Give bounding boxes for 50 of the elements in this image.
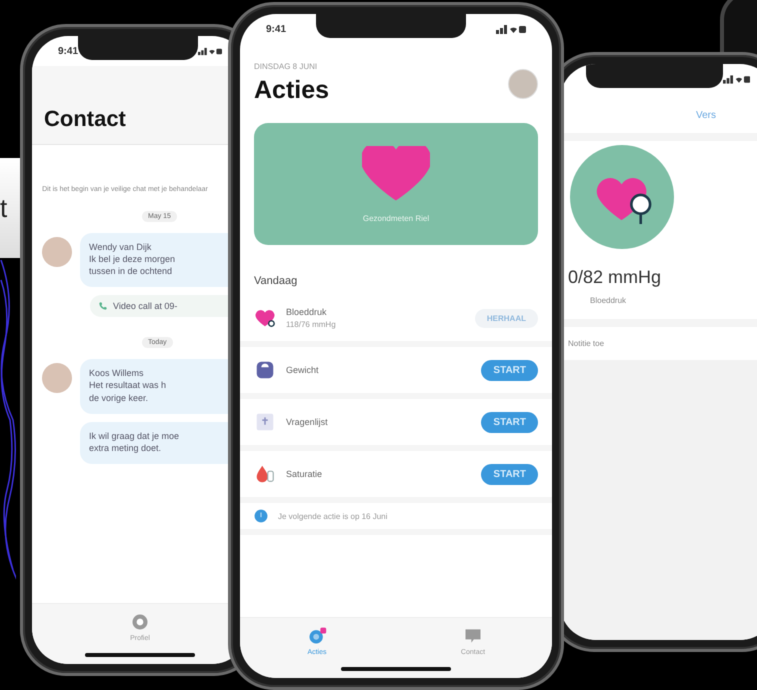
- heart-icon: [362, 146, 430, 204]
- action-name: Bloeddruk: [286, 307, 328, 317]
- background-text: t: [0, 192, 8, 224]
- card-label: Gezondmeten Riel: [362, 214, 430, 222]
- avatar: [42, 363, 72, 394]
- status-icon: [198, 46, 222, 56]
- action-detail: 118/76 mmHg: [286, 320, 337, 329]
- page-title: Contact: [44, 106, 127, 132]
- status-time: 9:41: [266, 24, 286, 34]
- scale-icon: [254, 359, 276, 381]
- action-row[interactable]: Vragenlijst START: [240, 399, 552, 451]
- start-button[interactable]: START: [481, 464, 538, 484]
- call-text: Video call at 09-: [113, 301, 178, 312]
- repeat-button[interactable]: HERHAAL: [474, 308, 538, 328]
- date-label: DINSDAG 8 JUNI: [254, 62, 318, 71]
- heart-icon: [254, 307, 276, 329]
- status-icon: [496, 24, 526, 34]
- info-icon: [254, 509, 268, 523]
- page-title: Acties: [254, 76, 330, 105]
- status-icon: [722, 74, 750, 84]
- action-name: Vragenlijst: [286, 417, 329, 427]
- action-row[interactable]: Gewicht START: [240, 347, 552, 399]
- start-button[interactable]: START: [481, 412, 538, 432]
- message-text: Het resultaat was h: [89, 379, 168, 392]
- message-text: Ik wil graag dat je moe: [89, 430, 180, 442]
- action-row[interactable]: Bloeddruk 118/76 mmHg HERHAAL: [240, 295, 552, 347]
- message-text: extra meting doet.: [89, 442, 162, 454]
- message-text: tussen in de ochtend: [89, 265, 174, 278]
- header-link[interactable]: Vers: [696, 110, 716, 121]
- section-title: Vandaag: [253, 274, 298, 289]
- message-text: Ik bel je deze morgen: [89, 252, 176, 266]
- sender-name: Koos Willems: [89, 367, 145, 380]
- summary-card[interactable]: Gezondmeten Riel: [254, 123, 538, 245]
- avatar: [42, 236, 72, 267]
- status-time: 9:41: [58, 46, 78, 56]
- add-note-label: Notitie toe: [568, 339, 604, 348]
- message-text: de vorige keer.: [89, 392, 150, 404]
- clipboard-icon: [254, 411, 276, 433]
- avatar: [508, 68, 538, 98]
- action-name: Gewicht: [286, 365, 320, 375]
- blood-pressure-reading: 0/82 mmHg: [568, 267, 662, 288]
- action-name: Saturatie: [286, 469, 324, 479]
- drop-icon: [254, 463, 276, 485]
- phone-icon: [98, 301, 108, 312]
- start-button[interactable]: START: [481, 360, 538, 380]
- heart-stethoscope-icon: [570, 145, 674, 249]
- next-action-text: Je volgende actie is op 16 Juni: [278, 512, 388, 520]
- sender-name: Wendy van Dijk: [89, 240, 152, 253]
- reading-label: Bloeddruk: [590, 296, 626, 305]
- action-row[interactable]: Saturatie START: [240, 451, 552, 503]
